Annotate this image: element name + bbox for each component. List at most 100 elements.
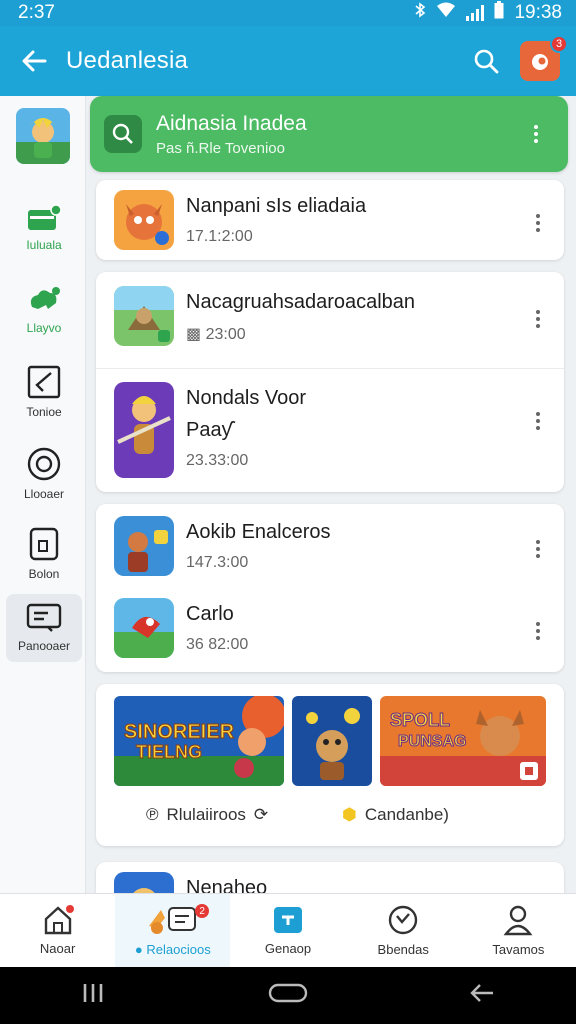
search-icon	[474, 49, 499, 74]
sidebar-item-label: Llayvo	[26, 321, 62, 335]
app-bar: Uedanlesia 3	[0, 26, 576, 96]
wallet-icon	[28, 204, 62, 230]
home-button[interactable]	[268, 982, 308, 1009]
reader-icon	[26, 603, 62, 632]
banner-game-2[interactable]	[292, 696, 372, 786]
more-options-icon[interactable]	[526, 214, 550, 232]
back-system-button[interactable]	[469, 982, 495, 1009]
sidebar-item-label: Panooaer	[17, 639, 71, 653]
recents-icon	[83, 984, 102, 1002]
nav-tavamos[interactable]: Tavamos	[461, 894, 576, 967]
nav-badge: 2	[195, 904, 210, 918]
nav-label: Bbendas	[377, 942, 429, 957]
game-thumbnail	[114, 190, 174, 250]
banner-game-3[interactable]: SPOLL PUNSAG	[380, 696, 546, 786]
game-card: Nacagruahsadaroacalban ▩ 23:00 Nondals V…	[96, 272, 564, 492]
sidebar-item-label: Llooaer	[23, 487, 65, 501]
tag-icon: ℗	[146, 805, 159, 824]
record-icon	[27, 447, 61, 481]
list-item[interactable]: Nacagruahsadaroacalban ▩ 23:00	[96, 286, 564, 346]
gift-chat-icon	[148, 907, 196, 934]
list-item[interactable]: Aokib Enalceros 147.3:00	[96, 516, 564, 576]
divider	[96, 368, 564, 369]
sidebar-item-wallet[interactable]: Iuluala	[6, 194, 82, 262]
coin-icon: ⬢	[342, 805, 357, 824]
nav-label: Genaop	[264, 941, 312, 956]
game-thumbnail	[114, 598, 174, 658]
sidebar-item-chat[interactable]: Llayvo	[6, 276, 82, 344]
item-time: 147.3:00	[186, 554, 249, 571]
sidebar-item-label: Iuluala	[26, 238, 62, 252]
item-time: 17.1:2:00	[186, 228, 253, 245]
bluetooth-icon	[414, 2, 426, 24]
featured-banners-card: SINOREIER TIELNG SPOLL PUNSAG ℗ Rlulaiir…	[96, 684, 564, 846]
cloud-chat-icon	[30, 287, 60, 309]
arrow-box-icon	[27, 365, 61, 399]
filter-pill-candanbe[interactable]: ⬢ Candanbe)	[342, 794, 449, 836]
notification-badge: 3	[550, 35, 568, 53]
pill-label: Candanbe)	[364, 805, 449, 824]
banner-text: TIELNG	[136, 742, 202, 762]
sidebar: Iuluala Llayvo Tonioe Llooaer Bolon Pano…	[0, 96, 86, 893]
app-logo	[16, 108, 70, 164]
search-button[interactable]	[466, 41, 506, 81]
nav-label: Tavamos	[492, 942, 545, 957]
more-options-icon[interactable]	[526, 622, 550, 640]
profile-button[interactable]: 3	[520, 35, 568, 81]
item-time: 23.33:00	[186, 452, 249, 469]
recent-apps-button[interactable]	[81, 982, 107, 1009]
more-options-icon[interactable]	[526, 412, 550, 430]
nav-home[interactable]: Naoar	[0, 894, 115, 967]
item-time: 36 82:00	[186, 636, 249, 653]
status-time: 2:37	[18, 2, 55, 23]
tablet-icon	[29, 527, 59, 561]
lock-icon: ▩	[186, 326, 202, 343]
nav-bbendas[interactable]: Bbendas	[346, 894, 461, 967]
filter-pill-rlulaiiroos[interactable]: ℗ Rlulaiiroos ⟳	[146, 794, 268, 836]
user-icon	[504, 905, 533, 936]
header-card-subtitle: Pas ñ.Rle Tovenioo	[156, 139, 285, 157]
battery-icon	[494, 1, 504, 25]
game-thumbnail	[114, 286, 174, 346]
sidebar-item-record[interactable]: Llooaer	[6, 440, 82, 508]
item-title: Nondals Voor	[186, 387, 307, 409]
arrow-left-icon	[22, 50, 47, 72]
item-title: Nacagruahsadaroacalban	[186, 291, 416, 313]
featured-header-card[interactable]: Aidnasia Inadea Pas ñ.Rle Tovenioo	[90, 96, 568, 172]
more-options-icon[interactable]	[524, 125, 548, 143]
list-item[interactable]: Nondals Voor Paaƴ 23.33:00	[96, 382, 564, 478]
back-arrow-icon	[470, 984, 494, 1002]
sidebar-item-reader[interactable]: Panooaer	[6, 594, 82, 662]
search-icon	[104, 115, 142, 153]
status-right-time: 19:38	[514, 2, 562, 23]
status-icons: 19:38	[414, 1, 562, 25]
refresh-icon: ⟳	[253, 805, 269, 824]
sidebar-item-bolon[interactable]: Bolon	[6, 520, 82, 588]
game-thumbnail	[114, 516, 174, 576]
home-pill-icon	[268, 983, 308, 1003]
wifi-icon	[436, 2, 456, 24]
pill-label: Rlulaiiroos	[166, 805, 246, 824]
nav-label: ● Relaocioos	[134, 942, 211, 957]
header-card-title: Aidnasia Inadea	[156, 111, 307, 135]
banner-text: SPOLL	[390, 710, 450, 730]
bottom-navigation: Naoar 2 ● Relaocioos Genaop Bbendas Tava…	[0, 893, 576, 967]
item-time: ▩ 23:00	[186, 326, 246, 343]
list-item[interactable]: Nanpani sIs eliadaia 17.1:2:00	[96, 190, 564, 250]
banner-game-1[interactable]: SINOREIER TIELNG	[114, 696, 284, 786]
item-title: Aokib Enalceros	[186, 521, 331, 543]
more-options-icon[interactable]	[526, 540, 550, 558]
sidebar-item-label: Tonioe	[26, 405, 62, 419]
nav-genaop[interactable]: Genaop	[230, 894, 345, 967]
avatar-icon	[532, 54, 548, 70]
back-button[interactable]	[14, 41, 54, 81]
more-options-icon[interactable]	[526, 310, 550, 328]
system-navigation-bar	[0, 967, 576, 1024]
item-title: Carlo	[186, 603, 234, 625]
sidebar-item-tonioe[interactable]: Tonioe	[6, 358, 82, 426]
nav-label: Naoar	[39, 941, 76, 956]
signal-icon	[466, 5, 485, 21]
list-item[interactable]: Carlo 36 82:00	[96, 598, 564, 658]
nav-relations[interactable]: 2 ● Relaocioos	[115, 894, 231, 967]
status-bar: 2:37 19:38	[0, 0, 576, 26]
